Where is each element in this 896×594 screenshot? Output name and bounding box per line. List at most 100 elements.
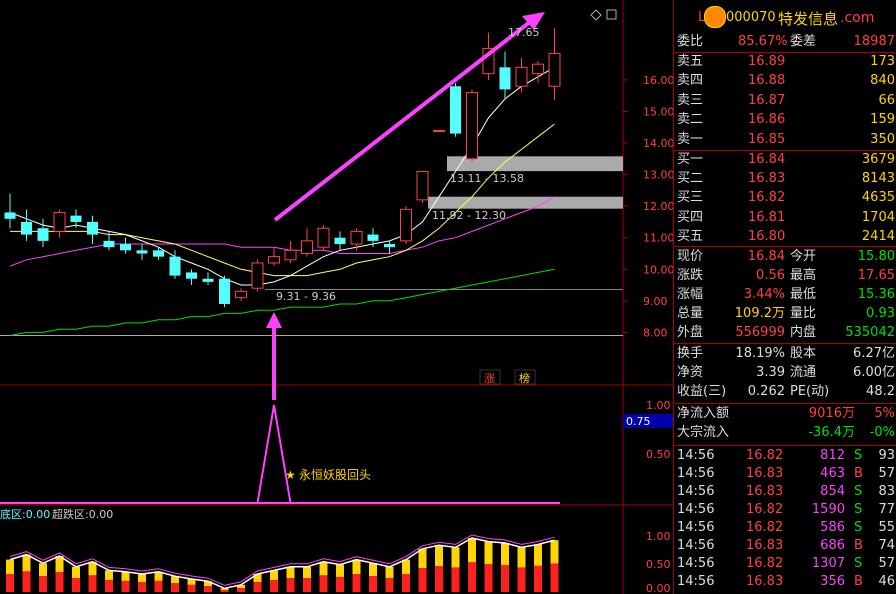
bid-label: 买三 [677,190,704,206]
tick-volume: 812 [820,448,845,463]
flow-value: -36.4万 [808,425,855,440]
stat-label: 股本 [790,346,817,361]
tick-time: 14:56 [677,556,715,571]
tick-time: 14:56 [677,448,715,463]
badge-zhang[interactable]: 涨 [484,372,495,385]
candle-body [103,240,115,248]
weibi-row: 委比 85.67% 委差 18987 [677,34,895,49]
stat-value: 48.2 [866,384,895,399]
current-value: 0.75 [626,415,651,428]
kline-chart-area[interactable]: 16.00 15.00 14.00 13.00 12.00 11.00 10.00 9.00 8… [0,0,673,594]
bottom-bar-top [336,564,344,577]
tick-row: 14:56 16.83 854 S 83 [674,483,896,501]
stat-value: 6.00亿 [853,365,895,380]
tick-volume: 356 [820,574,845,589]
candle-body [53,211,66,232]
tick-price: 16.82 [746,448,784,463]
stat-value: 535042 [845,325,895,340]
high-price-label: 17.65 [508,26,540,39]
ask-row: 卖一 16.85 350 [674,131,896,149]
bottom-bar-base [385,578,394,592]
tick-side: S [854,448,863,463]
bottom-bar-top [352,559,361,575]
bottom-tick-1: 1.00 [646,530,671,543]
ask-volume: 159 [870,112,895,128]
bottom-bar-base [88,575,97,592]
ask-price: 16.88 [748,73,786,89]
bottom-bar-base [154,580,163,592]
candle-body [186,272,197,279]
bottom-bar-top [72,566,80,579]
bid-price: 16.80 [748,228,786,244]
stat2-row: 换手 18.19% 股本 6.27亿 [674,345,896,363]
stat-value: 556999 [735,325,785,340]
stat-label: 收益(三) [677,384,727,399]
candle-body [21,221,32,235]
zone-mid-label: 11.92 - 12.30 [432,209,506,222]
quote-panel: L 000070 特发信息 .com 委比 85.67% 委差 18987 卖五… [673,0,896,594]
stat-value: 15.80 [857,249,895,264]
ask-label: 卖四 [677,73,704,89]
price-tick-label: 13.00 [643,169,673,182]
stat-label: 涨幅 [677,287,704,302]
stat-value: 16.84 [747,249,785,264]
stat-row: 总量 109.2万 量比 0.93 [674,305,896,323]
candle-body [301,240,313,254]
bottom-bar-base [369,576,377,592]
price-tick-label: 14.00 [643,137,673,150]
bottom-bar-base [55,572,64,592]
bottom-bar-top [22,554,31,572]
bottom-bar-top [468,538,476,563]
candle-body [416,170,429,201]
candle-body [153,250,164,257]
bid-label: 买五 [677,228,704,244]
stat-value: 18.19% [735,346,785,361]
bottom-bar-base [138,582,146,592]
candle-body [334,237,346,245]
candle [450,83,461,137]
candle-body [268,256,280,264]
candle [317,225,330,251]
bid-row: 买三 16.82 4635 [674,189,896,207]
tick-volume: 686 [820,538,845,553]
bottom-bar-base [105,580,113,592]
stat-label: PE(动) [790,384,830,399]
stat2-row: 收益(三) 0.262 PE(动) 48.2 [674,383,896,401]
stat-value: 3.39 [756,365,785,380]
tick-volume: 1590 [811,502,845,517]
candle-body [317,227,330,248]
bottom-bar-base [517,567,526,592]
stat-row: 涨幅 3.44% 最低 15.36 [674,286,896,304]
tick-row: 14:56 16.82 812 S 93 [674,447,896,465]
zone-upper-label: 13.11 - 13.58 [450,172,524,185]
stat-label: 量比 [790,306,817,321]
bottom-bar-top [319,561,328,576]
candle-body [350,230,363,245]
candle-body [450,86,461,134]
bottom-bar-base [319,575,328,592]
star-icon: ★ [285,468,296,482]
bid-volume: 4635 [861,190,895,206]
bottom-bar-top [138,574,146,583]
bottom-bar-top [501,543,509,566]
bottom-bar-base [121,580,130,592]
candle-body [87,221,98,235]
stat-row: 外盘 556999 内盘 535042 [674,324,896,342]
stat-label: 现价 [677,249,704,264]
badge-bang[interactable]: 榜 [519,371,530,385]
bid-price: 16.83 [748,171,786,187]
tick-price: 16.83 [746,538,784,553]
bottom-bar-top [534,544,542,566]
bottom-bar-base [418,568,427,592]
tick-side: B [854,466,863,481]
candle-body [532,63,544,75]
bottom-bar-base [352,574,361,592]
price-tick-label: 9.00 [643,295,668,308]
bottom-tick-3: 0.00 [646,582,671,594]
bottom-bar-base [270,580,278,592]
bottom-bar-base [435,566,443,592]
mid-tick-2: 0.50 [646,448,671,461]
bid-price: 16.82 [748,190,786,206]
stock-header: L 000070 特发信息 .com [674,0,896,32]
bottom-bar-top [550,540,559,564]
